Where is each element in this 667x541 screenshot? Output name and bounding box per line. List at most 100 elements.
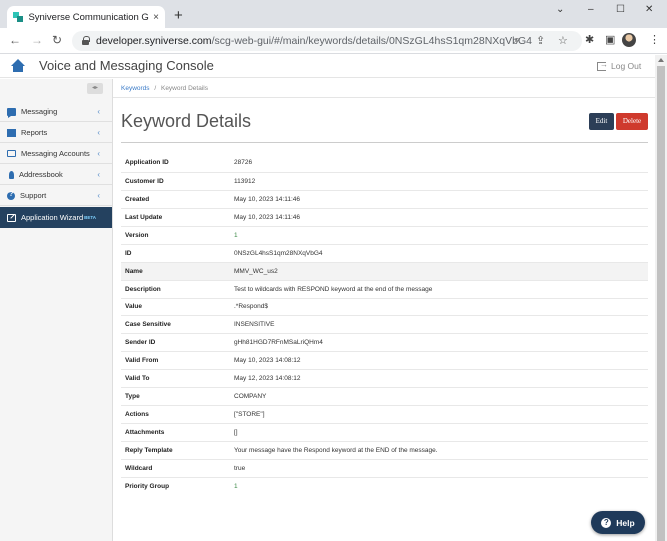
new-tab-button[interactable]: + — [174, 8, 183, 23]
field-label: Value — [125, 303, 142, 311]
logout-link[interactable]: Log Out — [597, 60, 641, 71]
addressbook-icon — [9, 170, 14, 179]
delete-button[interactable]: Delete — [616, 113, 648, 130]
field-label: Sender ID — [125, 339, 156, 347]
divider — [113, 97, 655, 98]
lock-icon — [82, 36, 90, 45]
sidebar-item-application-wizard[interactable]: Application Wizard BETA — [0, 207, 112, 228]
field-label: Application ID — [125, 159, 169, 167]
browser-tab[interactable]: Syniverse Communication Gatew × — [7, 6, 165, 28]
field-value: .*Respond$ — [234, 303, 268, 311]
sidebar-item-reports[interactable]: Reports ‹ — [0, 123, 112, 143]
field-label: Description — [125, 285, 161, 293]
sidebar: ◂▸ Messaging ‹ Reports ‹ Messaging Accou… — [0, 79, 113, 541]
table-row: Actions ["STORE"] — [121, 405, 648, 423]
scrollbar-thumb[interactable] — [657, 66, 665, 541]
field-label: Created — [125, 195, 150, 203]
table-row: Created May 10, 2023 14:11:46 — [121, 189, 648, 208]
field-value: Test to wildcards with RESPOND keyword a… — [234, 285, 433, 293]
field-value: 0NSzGL4hsS1qm28NXqVbG4 — [234, 249, 323, 257]
app-title: Voice and Messaging Console — [39, 58, 214, 73]
side-panel-icon[interactable]: ▣ — [605, 33, 615, 46]
sidebar-item-messaging[interactable]: Messaging ‹ — [0, 102, 112, 122]
field-value: true — [234, 464, 246, 472]
beta-badge: BETA — [84, 215, 97, 220]
sidebar-collapse-toggle[interactable]: ◂▸ — [87, 83, 103, 94]
field-value: [] — [234, 429, 238, 437]
table-row: Case Sensitive INSENSITIVE — [121, 315, 648, 333]
page-scrollbar[interactable] — [655, 55, 667, 541]
home-icon[interactable] — [11, 59, 25, 72]
field-value: May 10, 2023 14:08:12 — [234, 357, 301, 365]
help-icon: ? — [601, 517, 612, 528]
app-header: Voice and Messaging Console Log Out — [0, 55, 655, 78]
maximize-button[interactable]: ☐ — [616, 4, 625, 15]
chevron-left-icon: ‹ — [97, 191, 100, 200]
field-value: May 10, 2023 14:11:46 — [234, 195, 301, 203]
zoom-icon[interactable]: ⌕ — [514, 34, 520, 47]
field-label: Name — [125, 267, 143, 275]
breadcrumb: Keywords / Keyword Details — [121, 85, 208, 92]
message-icon — [7, 107, 16, 118]
table-row: Application ID 28726 — [121, 154, 648, 172]
help-button[interactable]: ? Help — [591, 511, 645, 534]
chevron-left-icon: ‹ — [97, 128, 100, 137]
close-window-button[interactable]: ✕ — [645, 4, 653, 15]
sidebar-item-support[interactable]: Support ‹ — [0, 186, 112, 206]
sidebar-item-messaging-accounts[interactable]: Messaging Accounts ‹ — [0, 144, 112, 164]
back-icon[interactable]: ← — [9, 33, 21, 47]
wizard-icon — [7, 213, 16, 222]
field-value: ["STORE"] — [234, 411, 265, 419]
field-label: Case Sensitive — [125, 321, 171, 329]
browser-menu-icon[interactable]: ⋮ — [649, 33, 660, 46]
address-bar[interactable]: developer.syniverse.com/scg-web-gui/#/ma… — [72, 31, 582, 51]
minimize-button[interactable]: – — [588, 4, 594, 15]
logout-icon — [597, 60, 608, 71]
tab-close-icon[interactable]: × — [153, 12, 159, 23]
chevron-left-icon: ‹ — [97, 170, 100, 179]
profile-avatar[interactable] — [622, 33, 636, 47]
field-value: INSENSITIVE — [234, 321, 275, 329]
keyword-details-table: Application ID 28726 Customer ID 113912 Cr… — [121, 154, 648, 495]
field-label: Last Update — [125, 213, 163, 221]
sidebar-item-label: Messaging Accounts — [21, 149, 90, 158]
table-row: Wildcard true — [121, 458, 648, 477]
forward-icon[interactable]: → — [31, 33, 43, 47]
sidebar-item-label: Messaging — [21, 107, 58, 116]
field-label: Version — [125, 231, 149, 239]
sidebar-item-addressbook[interactable]: Addressbook ‹ — [0, 165, 112, 185]
sidebar-item-label: Application Wizard — [21, 213, 84, 222]
breadcrumb-keywords-link[interactable]: Keywords — [121, 85, 150, 92]
scroll-up-arrow-icon[interactable] — [658, 58, 664, 62]
table-row: Priority Group 1 — [121, 476, 648, 495]
edit-button[interactable]: Edit — [589, 113, 614, 130]
table-row: Version 1 — [121, 225, 648, 244]
reports-icon — [7, 128, 16, 137]
field-label: Attachments — [125, 429, 165, 437]
table-row: Customer ID 113912 — [121, 171, 648, 190]
browser-tab-strip: Syniverse Communication Gatew × + ⌄ – ☐ … — [0, 0, 667, 28]
divider — [121, 142, 648, 143]
table-row: Attachments [] — [121, 423, 648, 441]
field-label: Customer ID — [125, 177, 164, 185]
table-row: Name MMV_WC_us2 — [121, 261, 648, 280]
field-label: Valid To — [125, 375, 150, 383]
tab-search-icon[interactable]: ⌄ — [556, 4, 564, 15]
table-row: ID 0NSzGL4hsS1qm28NXqVbG4 — [121, 243, 648, 262]
reload-icon[interactable]: ↻ — [52, 33, 62, 47]
url-text[interactable]: developer.syniverse.com/scg-web-gui/#/ma… — [96, 35, 532, 47]
chevron-left-icon: ‹ — [97, 149, 100, 158]
bookmark-star-icon[interactable]: ☆ — [558, 34, 568, 47]
table-row: Reply Template Your message have the Resp… — [121, 441, 648, 459]
field-label: Priority Group — [125, 482, 170, 490]
field-value: 113912 — [234, 177, 256, 185]
field-label: Valid From — [125, 357, 159, 365]
field-value: COMPANY — [234, 393, 267, 401]
tab-title: Syniverse Communication Gatew — [28, 11, 149, 23]
extensions-icon[interactable]: ✱ — [585, 33, 594, 46]
breadcrumb-current: Keyword Details — [160, 85, 208, 92]
field-value: 1 — [234, 482, 238, 490]
chevron-left-icon: ‹ — [97, 107, 100, 116]
field-value: May 12, 2023 14:08:12 — [234, 375, 301, 383]
share-icon[interactable]: ⇪ — [536, 34, 545, 47]
